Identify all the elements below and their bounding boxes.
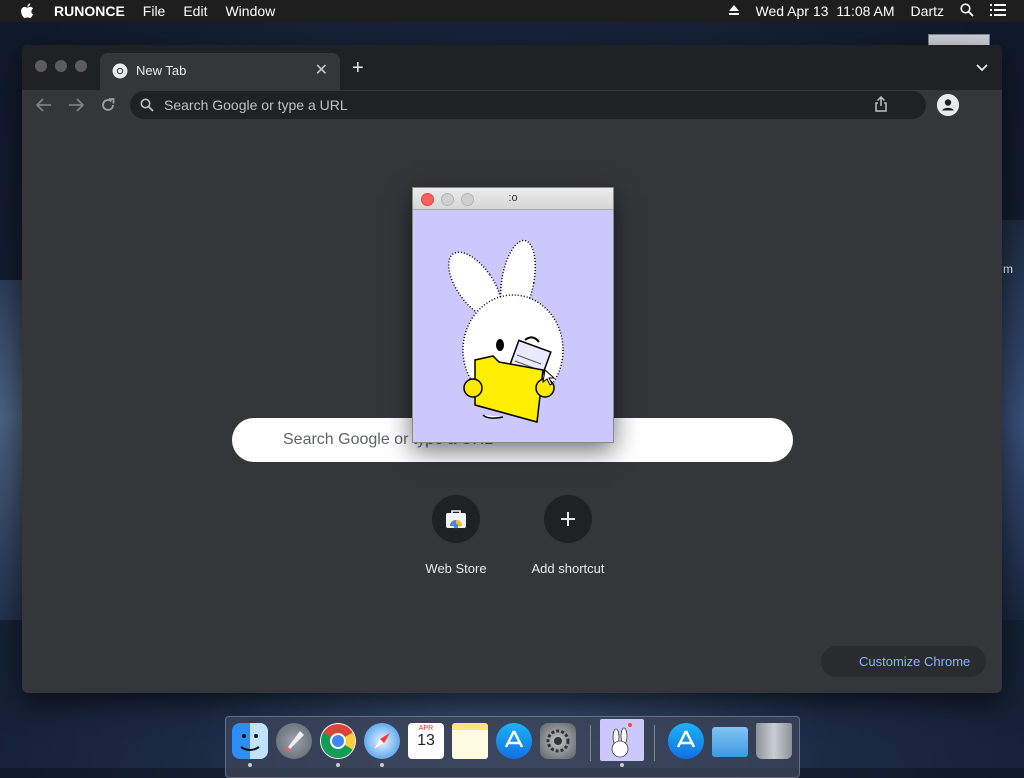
reload-button[interactable] bbox=[97, 94, 119, 116]
menubar-date[interactable]: Wed Apr 13 bbox=[756, 3, 829, 19]
menu-window[interactable]: Window bbox=[225, 3, 275, 19]
tab-title: New Tab bbox=[136, 63, 187, 78]
search-icon bbox=[140, 98, 154, 115]
omnibox-placeholder: Search Google or type a URL bbox=[164, 97, 348, 113]
running-indicator bbox=[380, 763, 384, 767]
omnibox[interactable]: Search Google or type a URL bbox=[130, 91, 926, 119]
notes-icon[interactable] bbox=[452, 723, 488, 759]
forward-button[interactable] bbox=[65, 94, 87, 116]
chrome-favicon-icon bbox=[112, 63, 128, 79]
tab-strip: New Tab ✕ + bbox=[22, 45, 1002, 90]
menubar-time[interactable]: 11:08 AM bbox=[836, 3, 894, 19]
folder-icon[interactable] bbox=[712, 727, 748, 757]
desktop-icon-label-fragment: m bbox=[1003, 262, 1013, 276]
launchpad-icon[interactable] bbox=[276, 723, 312, 759]
tab-search-chevron-icon[interactable] bbox=[976, 59, 988, 77]
menu-app-name[interactable]: RUNONCE bbox=[54, 3, 125, 19]
web-store-icon bbox=[432, 495, 480, 543]
window-zoom-button[interactable] bbox=[75, 60, 87, 72]
menubar-user[interactable]: Dartz bbox=[911, 3, 944, 19]
menu-bar: RUNONCE File Edit Window Wed Apr 13 11:0… bbox=[0, 0, 1024, 22]
app-store-icon[interactable] bbox=[496, 723, 532, 759]
share-icon[interactable] bbox=[874, 95, 888, 115]
desktop-wallpaper-right bbox=[1000, 220, 1024, 620]
calendar-day: 13 bbox=[417, 732, 435, 749]
menu-edit[interactable]: Edit bbox=[183, 3, 207, 19]
bunny-illustration bbox=[413, 210, 613, 442]
dock-separator bbox=[654, 725, 655, 761]
safari-icon[interactable] bbox=[364, 723, 400, 759]
dock: APR 13 bbox=[225, 716, 800, 778]
popup-title-bar[interactable]: :o bbox=[413, 188, 613, 210]
calendar-month: APR bbox=[418, 725, 434, 732]
floating-app-window[interactable]: :o bbox=[412, 187, 614, 443]
window-close-button[interactable] bbox=[35, 60, 47, 72]
shortcut-add[interactable]: Add shortcut bbox=[512, 495, 624, 576]
app-store-folder-icon[interactable] bbox=[668, 723, 704, 759]
customize-chrome-label: Customize Chrome bbox=[859, 654, 971, 669]
finder-icon[interactable] bbox=[232, 723, 268, 759]
system-preferences-icon[interactable] bbox=[540, 723, 576, 759]
add-icon bbox=[544, 495, 592, 543]
popup-title: :o bbox=[508, 192, 518, 204]
eject-icon[interactable] bbox=[728, 3, 740, 19]
trash-icon[interactable] bbox=[756, 723, 792, 759]
shortcut-label: Web Store bbox=[425, 561, 487, 576]
shortcut-web-store[interactable]: Web Store bbox=[400, 495, 512, 576]
shortcut-label: Add shortcut bbox=[531, 561, 605, 576]
dock-separator bbox=[590, 725, 591, 761]
running-indicator bbox=[620, 763, 624, 767]
menu-file[interactable]: File bbox=[143, 3, 166, 19]
customize-chrome-button[interactable]: Customize Chrome bbox=[821, 646, 986, 677]
running-indicator bbox=[248, 763, 252, 767]
tab-close-icon[interactable]: ✕ bbox=[315, 60, 328, 80]
new-tab-button[interactable]: + bbox=[352, 57, 364, 80]
chrome-icon[interactable] bbox=[320, 723, 356, 759]
notification-center-icon[interactable] bbox=[990, 3, 1006, 19]
calendar-icon[interactable]: APR 13 bbox=[408, 723, 444, 759]
profile-avatar-icon[interactable] bbox=[937, 94, 959, 116]
tab-new-tab[interactable]: New Tab ✕ bbox=[100, 53, 340, 90]
window-minimize-button[interactable] bbox=[55, 60, 67, 72]
back-button[interactable] bbox=[33, 94, 55, 116]
running-indicator bbox=[336, 763, 340, 767]
spotlight-icon[interactable] bbox=[960, 2, 974, 20]
bunny-app-icon[interactable] bbox=[600, 719, 644, 761]
apple-icon[interactable] bbox=[20, 3, 38, 19]
